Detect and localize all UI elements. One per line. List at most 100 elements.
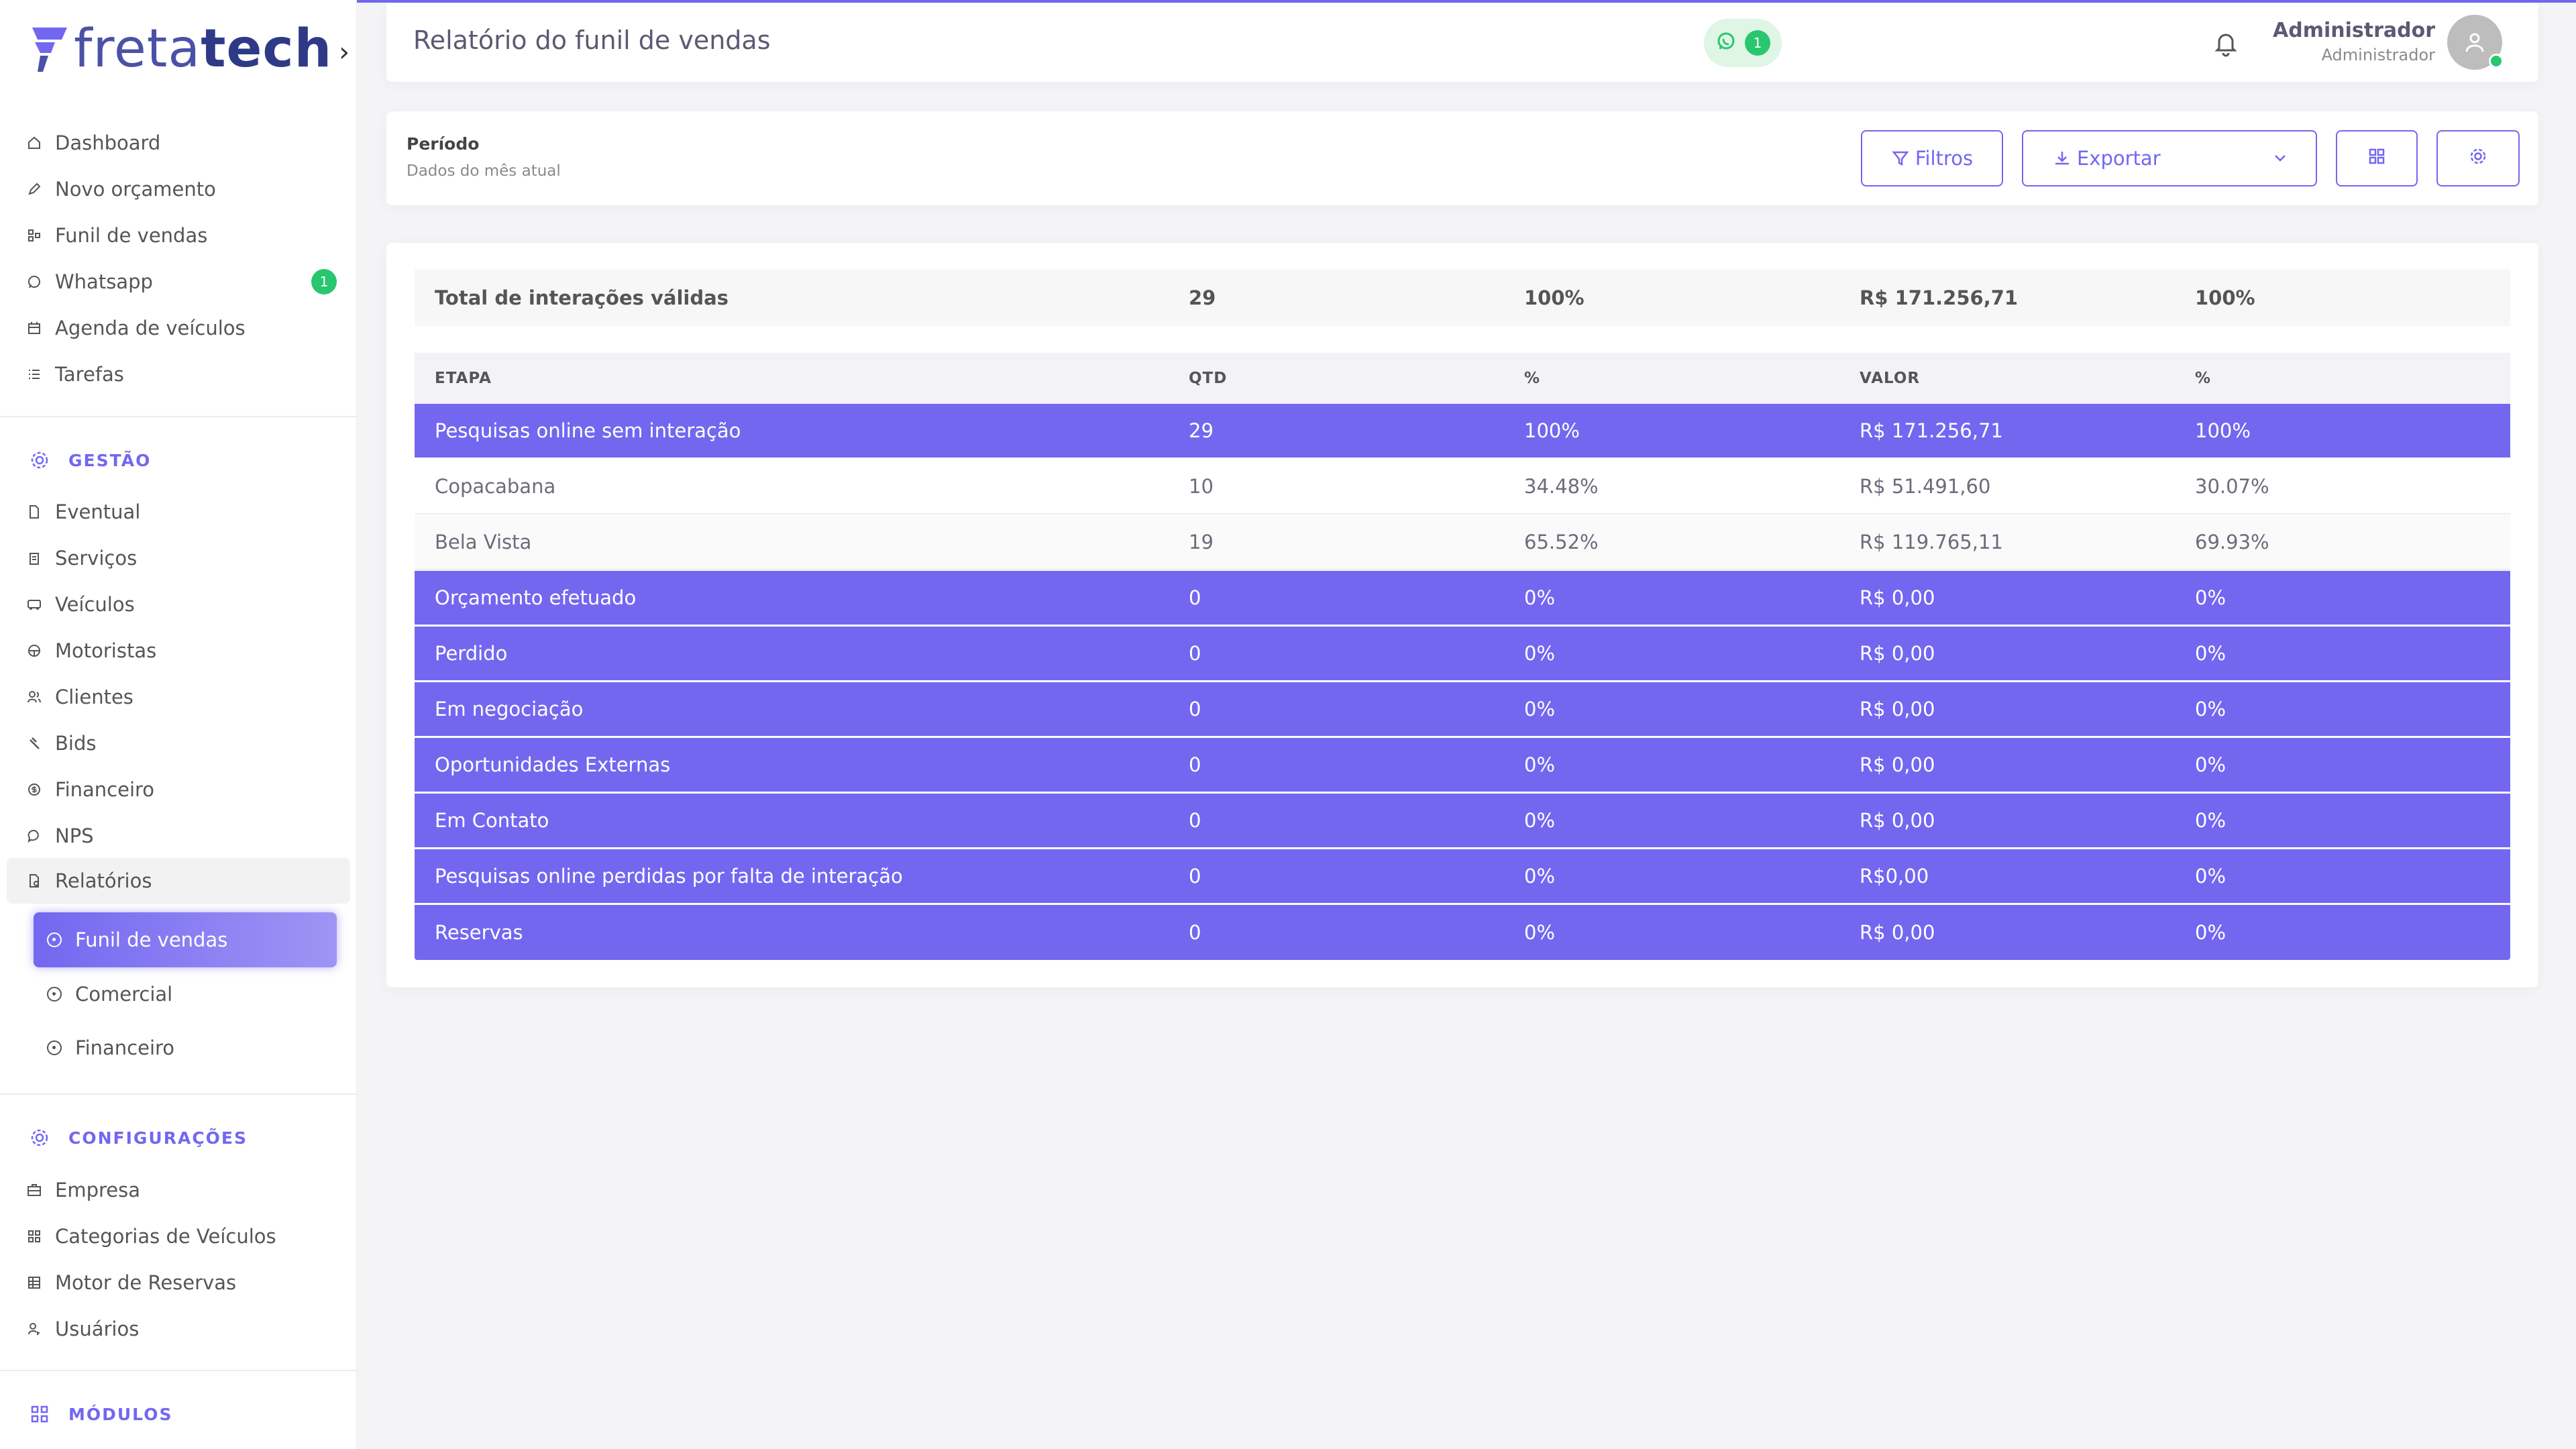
sidebar-item-motor-de-reservas[interactable]: Motor de Reservas [27, 1263, 236, 1303]
table-row[interactable]: Reservas 0 0% R$ 0,00 0% [415, 905, 2510, 960]
download-icon [2053, 149, 2072, 168]
table-row[interactable]: Pesquisas online sem interação 29 100% R… [415, 404, 2510, 459]
sidebar-item-agenda-de-veiculos[interactable]: Agenda de veículos [27, 308, 246, 348]
table-row[interactable]: Pesquisas online perdidas por falta de i… [415, 849, 2510, 904]
table-header-row: ETAPA QTD % VALOR % [415, 353, 2510, 404]
calendar-icon [27, 321, 42, 335]
sidebar-item-dashboard[interactable]: Dashboard [27, 123, 160, 163]
table-row[interactable]: Oportunidades Externas 0 0% R$ 0,00 0% [415, 738, 2510, 793]
online-status-dot [2489, 54, 2504, 68]
gavel-icon [27, 736, 42, 751]
circle-dot-icon [47, 987, 62, 1002]
section-title-text: CONFIGURAÇÕES [68, 1128, 248, 1148]
cell-pct: 65.52% [1524, 531, 1599, 553]
cell-qtd: 0 [1189, 753, 1201, 776]
sidebar-subitem-funil-de-vendas[interactable]: Funil de vendas [34, 912, 337, 967]
cell-qtd: 10 [1189, 475, 1214, 498]
sidebar-item-veiculos[interactable]: Veículos [27, 584, 135, 625]
cell-valor-pct: 0% [2195, 809, 2226, 832]
cell-qtd: 29 [1189, 419, 1214, 442]
sidebar-item-categorias-de-veiculos[interactable]: Categorias de Veículos [27, 1216, 276, 1256]
sidebar-item-nps[interactable]: NPS [27, 816, 94, 856]
modules-grid-icon [28, 1403, 51, 1426]
sidebar-item-eventual[interactable]: Eventual [27, 492, 140, 532]
table-row[interactable]: Em Contato 0 0% R$ 0,00 0% [415, 794, 2510, 849]
section-title-text: MÓDULOS [68, 1404, 173, 1424]
table-row[interactable]: Perdido 0 0% R$ 0,00 0% [415, 627, 2510, 682]
settings-button[interactable] [2436, 130, 2520, 186]
table-row[interactable]: Em negociação 0 0% R$ 0,00 0% [415, 682, 2510, 737]
filters-button[interactable]: Filtros [1861, 130, 2003, 186]
whatsapp-count: 1 [1745, 30, 1770, 56]
sidebar-item-label: Empresa [55, 1179, 140, 1201]
period-label: Período [407, 134, 480, 154]
sidebar-subitem-comercial[interactable]: Comercial [47, 974, 172, 1014]
chevron-right-icon[interactable]: › [339, 37, 350, 68]
funnel-icon [27, 228, 42, 243]
logo-text-bold: tech [201, 19, 333, 79]
user-name[interactable]: Administrador [2273, 19, 2435, 42]
sidebar-item-label: Dashboard [55, 131, 161, 154]
total-pct: 100% [1524, 286, 1585, 309]
sidebar-item-label: Whatsapp [55, 270, 153, 293]
cell-pct: 100% [1524, 419, 1580, 442]
cell-valor: R$ 171.256,71 [1860, 419, 2003, 442]
bell-icon[interactable] [2211, 28, 2241, 58]
sidebar-item-financeiro[interactable]: Financeiro [27, 769, 154, 810]
cell-qtd: 0 [1189, 809, 1201, 832]
column-header-pct: % [1524, 370, 1541, 387]
table-row[interactable]: Copacabana 10 34.48% R$ 51.491,60 30.07% [415, 460, 2510, 515]
sidebar-subitem-financeiro[interactable]: Financeiro [47, 1028, 174, 1068]
sidebar-item-label: Motoristas [55, 639, 157, 662]
sidebar-item-label: Bids [55, 732, 97, 755]
sidebar-item-label: Veículos [55, 593, 135, 616]
gear-icon [2468, 146, 2488, 171]
cell-pct: 0% [1524, 865, 1556, 888]
brand-logo[interactable]: fretatech › [28, 19, 350, 79]
edit-icon [27, 182, 42, 197]
cell-pct: 0% [1524, 698, 1556, 720]
sidebar-item-relatorios[interactable]: Relatórios [27, 861, 152, 901]
cell-etapa: Perdido [435, 642, 508, 665]
table-row[interactable]: Orçamento efetuado 0 0% R$ 0,00 0% [415, 571, 2510, 626]
sidebar-item-clientes[interactable]: Clientes [27, 677, 133, 717]
sidebar-item-label: NPS [55, 824, 94, 847]
sidebar-divider [0, 1370, 356, 1371]
sidebar-item-tarefas[interactable]: Tarefas [27, 354, 124, 394]
funnel-table-card: Total de interações válidas 29 100% R$ 1… [386, 243, 2538, 987]
sidebar-item-whatsapp[interactable]: Whatsapp [27, 262, 153, 302]
period-description: Dados do mês atual [407, 162, 561, 180]
cell-etapa: Bela Vista [435, 531, 532, 553]
table-row[interactable]: Bela Vista 19 65.52% R$ 119.765,11 69.93… [415, 515, 2510, 570]
grid-icon [2367, 146, 2387, 171]
layout-grid-button[interactable] [2336, 130, 2418, 186]
sidebar-item-novo-orcamento[interactable]: Novo orçamento [27, 169, 216, 209]
sidebar-item-usuarios[interactable]: Usuários [27, 1309, 139, 1349]
briefcase-icon [27, 1183, 42, 1197]
whatsapp-count-badge: 1 [311, 269, 337, 294]
export-dropdown[interactable]: Exportar [2022, 130, 2317, 186]
sidebar-subitem-label: Financeiro [75, 1036, 175, 1059]
cell-valor: R$0,00 [1860, 865, 1929, 888]
avatar[interactable] [2447, 15, 2504, 70]
sidebar-item-bids[interactable]: Bids [27, 723, 96, 763]
cell-qtd: 0 [1189, 642, 1201, 665]
page-title: Relatório do funil de vendas [413, 25, 771, 55]
cell-valor: R$ 0,00 [1860, 642, 1935, 665]
cell-etapa: Em negociação [435, 698, 584, 720]
section-title-modulos[interactable]: MÓDULOS [28, 1397, 172, 1431]
cell-pct: 0% [1524, 753, 1556, 776]
cell-valor: R$ 0,00 [1860, 809, 1935, 832]
whatsapp-notification-button[interactable]: 1 [1704, 19, 1782, 67]
sidebar-item-servicos[interactable]: Serviços [27, 538, 137, 578]
grid-icon [27, 1229, 42, 1244]
cell-qtd: 19 [1189, 531, 1214, 553]
cell-valor: R$ 0,00 [1860, 586, 1935, 609]
sidebar-item-empresa[interactable]: Empresa [27, 1170, 140, 1210]
sidebar-item-motoristas[interactable]: Motoristas [27, 631, 156, 671]
column-header-valor-pct: % [2195, 370, 2212, 387]
total-valor: R$ 171.256,71 [1860, 286, 2019, 309]
sidebar-item-label: Motor de Reservas [55, 1271, 237, 1294]
cell-valor-pct: 100% [2195, 419, 2251, 442]
sidebar-item-funil-de-vendas[interactable]: Funil de vendas [27, 215, 207, 256]
